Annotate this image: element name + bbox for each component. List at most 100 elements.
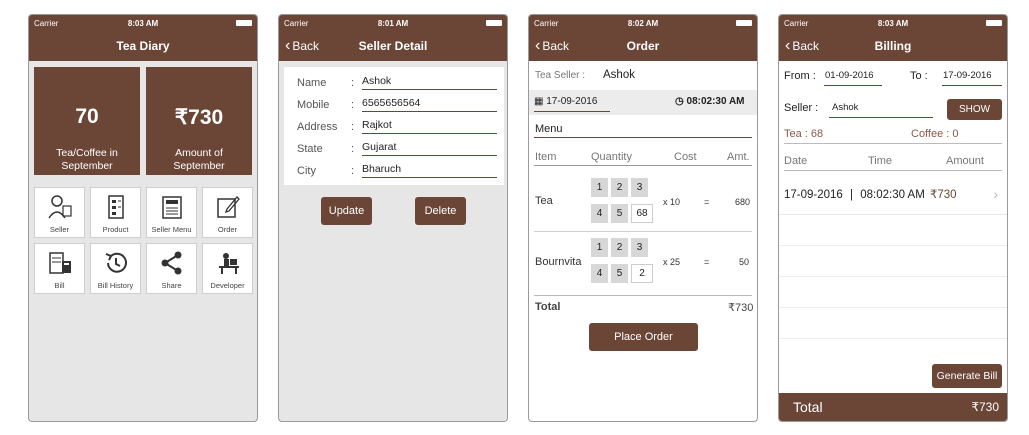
qty-key[interactable]: 2 — [611, 238, 628, 257]
tile-count[interactable]: 70 Tea/Coffee in September — [34, 67, 140, 175]
date-underline — [534, 111, 610, 112]
menu-product-button[interactable]: Product — [90, 187, 141, 238]
bill-history-icon — [105, 252, 127, 273]
screen-home: Carrier 8:03 AM Tea Diary 70 Tea/Coffee … — [28, 14, 258, 422]
chevron-right-icon: › — [993, 186, 998, 202]
col-cost: Cost — [674, 151, 697, 163]
field-label: Name — [297, 77, 327, 89]
row-divider — [534, 231, 752, 232]
back-button[interactable]: ‹ Back — [785, 31, 819, 61]
bill-row[interactable]: 17-09-2016 | 08:02:30 AM ₹730 › — [784, 186, 1002, 205]
menu-bill-button[interactable]: Bill — [34, 243, 85, 294]
nav-bar: Tea Diary — [29, 31, 257, 61]
qty-key[interactable]: 4 — [591, 204, 608, 223]
quantity-input[interactable]: 2 — [631, 264, 653, 283]
field-city: City: Bharuch — [297, 161, 497, 181]
field-label: Address — [297, 121, 338, 133]
calendar-icon: ▦ — [534, 96, 544, 107]
share-icon — [161, 251, 181, 275]
time-display: ◷ 08:02:30 AM — [675, 96, 745, 107]
generate-bill-button[interactable]: Generate Bill — [932, 364, 1002, 388]
menu-developer-button[interactable]: Developer — [202, 243, 253, 294]
bill-time: 08:02:30 AM — [860, 189, 925, 201]
quantity-input[interactable]: 68 — [631, 204, 653, 223]
qty-key[interactable]: 5 — [611, 204, 628, 223]
item-cost: x 25 — [663, 257, 681, 267]
col-time: Time — [868, 155, 893, 167]
back-button[interactable]: ‹ Back — [535, 31, 569, 61]
from-date-field[interactable]: 01-09-2016 — [825, 70, 874, 81]
field-address: Address: Rajkot — [297, 117, 497, 137]
screen-billing: Carrier 8:03 AM ‹ Back Billing From : 01-… — [778, 14, 1008, 422]
seller-label: Seller : — [784, 102, 819, 114]
field-colon: : — [351, 165, 355, 177]
menu-label: Seller Menu — [151, 225, 192, 234]
bill-date: 17-09-2016 — [784, 189, 843, 201]
caption-line: September — [61, 160, 113, 172]
menu-label: Bill History — [97, 281, 134, 290]
back-label: Back — [542, 39, 570, 53]
state-field[interactable]: Gujarat — [362, 141, 497, 156]
caption-line: Amount of — [175, 147, 223, 159]
back-label: Back — [292, 39, 320, 53]
menu-share-button[interactable]: Share — [146, 243, 197, 294]
menu-label: Product — [102, 225, 129, 234]
mobile-field[interactable]: 6565656564 — [362, 97, 497, 112]
total-bar: Total ₹730 — [779, 393, 1007, 421]
menu-bill-history-button[interactable]: Bill History — [90, 243, 141, 294]
status-time: 8:02 AM — [627, 18, 659, 28]
field-colon: : — [351, 143, 355, 155]
qty-key[interactable]: 1 — [591, 178, 608, 197]
field-label: City — [297, 165, 316, 177]
to-date-field[interactable]: 17-09-2016 — [943, 70, 992, 81]
menu-label: Seller — [49, 225, 70, 234]
caption-line: September — [173, 160, 225, 172]
order-date: 17-09-2016 — [546, 96, 598, 107]
qty-key[interactable]: 3 — [631, 178, 648, 197]
menu-field[interactable]: Menu — [535, 123, 563, 135]
qty-key[interactable]: 5 — [611, 264, 628, 283]
col-date: Date — [784, 155, 808, 167]
status-bar: Carrier 8:02 AM — [529, 15, 757, 31]
field-state: State: Gujarat — [297, 139, 497, 159]
col-quantity: Quantity — [591, 151, 632, 163]
back-button[interactable]: ‹ Back — [285, 31, 319, 61]
tile-amount[interactable]: ₹730 Amount of September — [146, 67, 252, 175]
col-amount: Amount — [946, 155, 984, 167]
from-underline — [824, 85, 882, 86]
row-divider — [779, 245, 1007, 246]
date-field[interactable]: ▦ 17-09-2016 — [534, 96, 597, 107]
status-time: 8:03 AM — [877, 18, 909, 28]
menu-seller-menu-button[interactable]: Seller Menu — [146, 187, 197, 238]
qty-key[interactable]: 4 — [591, 264, 608, 283]
place-order-button[interactable]: Place Order — [589, 323, 698, 351]
field-label: State — [297, 143, 323, 155]
delete-button[interactable]: Delete — [415, 197, 466, 225]
summary-underline — [784, 143, 1002, 144]
screen-seller-detail: Carrier 8:01 AM ‹ Back Seller Detail Name… — [278, 14, 508, 422]
caption-line: Tea/Coffee in — [56, 147, 118, 159]
order-icon — [216, 196, 240, 218]
chevron-left-icon: ‹ — [285, 37, 291, 54]
tile-count-value: 70 — [75, 105, 99, 128]
field-label: Mobile — [297, 99, 330, 111]
col-amt: Amt. — [727, 151, 750, 163]
name-field[interactable]: Ashok — [362, 75, 497, 90]
address-field[interactable]: Rajkot — [362, 119, 497, 134]
order-time: 08:02:30 AM — [686, 96, 745, 107]
menu-underline — [534, 137, 752, 138]
battery-icon — [429, 20, 503, 26]
menu-order-button[interactable]: Order — [202, 187, 253, 238]
equals-sign: = — [704, 197, 710, 207]
qty-key[interactable]: 3 — [631, 238, 648, 257]
status-bar: Carrier 8:01 AM — [279, 15, 507, 31]
seller-field[interactable]: Ashok — [832, 102, 858, 113]
city-field[interactable]: Bharuch — [362, 163, 497, 178]
show-button[interactable]: SHOW — [947, 99, 1002, 120]
seller-form: Name: Ashok Mobile: 6565656564 Address: … — [284, 67, 504, 185]
update-button[interactable]: Update — [321, 197, 372, 225]
item-amount: 680 — [735, 197, 751, 207]
menu-seller-button[interactable]: Seller — [34, 187, 85, 238]
qty-key[interactable]: 1 — [591, 238, 608, 257]
qty-key[interactable]: 2 — [611, 178, 628, 197]
